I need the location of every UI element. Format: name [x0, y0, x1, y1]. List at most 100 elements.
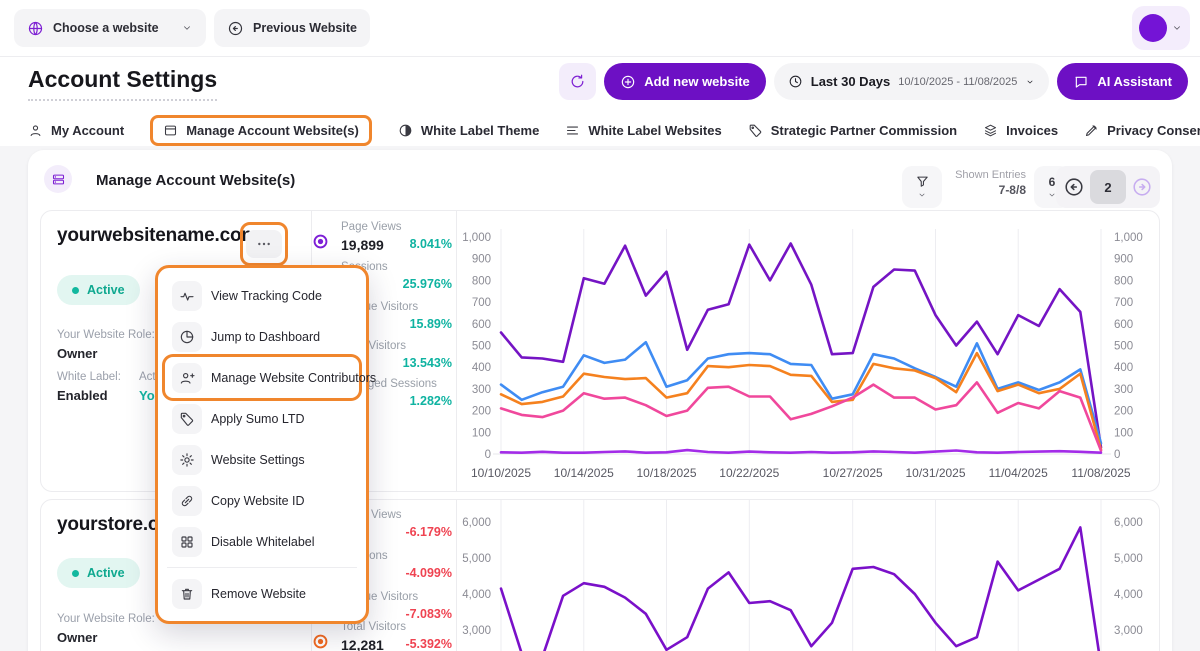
traffic-line-chart: 3,0003,0004,0004,0005,0005,0006,0006,000: [456, 500, 1161, 651]
date-range-picker[interactable]: Last 30 Days 10/10/2025 - 11/08/2025: [774, 63, 1050, 100]
lines-icon: [565, 123, 580, 138]
svg-text:700: 700: [1114, 297, 1133, 309]
tab-strategic-partner-commission[interactable]: Strategic Partner Commission: [748, 123, 957, 138]
choose-website-dropdown[interactable]: Choose a website: [14, 9, 206, 47]
svg-text:5,000: 5,000: [1114, 553, 1143, 565]
menu-item-disable-whitelabel[interactable]: Disable Whitelabel: [165, 521, 359, 562]
add-new-website-button[interactable]: Add new website: [604, 63, 765, 100]
pagination-current-page[interactable]: 2: [1090, 170, 1126, 204]
tab-white-label-websites[interactable]: White Label Websites: [565, 123, 721, 138]
tab-invoices[interactable]: Invoices: [983, 123, 1058, 138]
svg-text:400: 400: [472, 362, 491, 374]
svg-text:500: 500: [472, 341, 491, 353]
page-size-value: 6: [1049, 175, 1056, 189]
avatar: [1139, 14, 1167, 42]
tab-manage-account-website-s[interactable]: Manage Account Website(s): [150, 115, 372, 146]
svg-text:900: 900: [1114, 254, 1133, 266]
status-badge: Active: [57, 275, 140, 305]
tab-label: White Label Websites: [588, 123, 721, 138]
stat-percent: 8.041%: [410, 237, 452, 251]
shown-entries-value: 7-8/8: [944, 183, 1026, 197]
radio-selected-icon[interactable]: [312, 233, 329, 250]
menu-item-view-tracking-code[interactable]: View Tracking Code: [165, 275, 359, 316]
context-menu: View Tracking Code Jump to DashboardManag…: [155, 265, 369, 624]
date-range-value: 10/10/2025 - 11/08/2025: [898, 76, 1017, 88]
svg-text:10/27/2025: 10/27/2025: [823, 466, 883, 480]
status-label: Active: [87, 283, 125, 297]
menu-item-label: Manage Website Contributors: [211, 371, 376, 385]
chat-bubble-icon: [1073, 74, 1089, 90]
menu-item-apply-sumo-ltd[interactable]: Apply Sumo LTD: [165, 398, 359, 439]
funnel-icon: [915, 174, 930, 189]
svg-text:600: 600: [1114, 319, 1133, 331]
role-value: Owner: [57, 346, 97, 361]
menu-item-jump-to-dashboard[interactable]: Jump to Dashboard: [165, 316, 359, 357]
link-icon: [172, 486, 202, 516]
radio-selected-icon[interactable]: [312, 633, 329, 650]
grid-icon: [172, 527, 202, 557]
svg-text:10/14/2025: 10/14/2025: [554, 466, 614, 480]
svg-text:1,000: 1,000: [1114, 232, 1143, 244]
page-title: Account Settings: [28, 66, 217, 101]
website-name: yourwebsitename.com: [57, 225, 258, 247]
user-avatar-menu[interactable]: [1132, 6, 1190, 50]
header-actions: Add new website Last 30 Days 10/10/2025 …: [559, 63, 1188, 100]
annotation-box-dots: [240, 222, 288, 266]
svg-text:10/31/2025: 10/31/2025: [905, 466, 965, 480]
svg-text:300: 300: [1114, 384, 1133, 396]
menu-item-remove-website[interactable]: Remove Website: [165, 573, 359, 614]
ellipsis-icon: [256, 236, 272, 252]
menu-item-copy-website-id[interactable]: Copy Website ID: [165, 480, 359, 521]
white-label-label: White Label:: [57, 371, 121, 383]
menu-item-website-settings[interactable]: Website Settings: [165, 439, 359, 480]
tab-white-label-theme[interactable]: White Label Theme: [398, 123, 539, 138]
svg-text:800: 800: [1114, 275, 1133, 287]
pagination-next-button[interactable]: [1128, 173, 1156, 201]
date-range-label: Last 30 Days: [811, 74, 891, 89]
pagination: 2: [1056, 166, 1160, 208]
status-badge: Active: [57, 558, 140, 588]
stat-percent: 13.543%: [403, 356, 452, 370]
tab-bar: My Account Manage Account Website(s) White…: [28, 110, 1200, 150]
stat-percent: -5.392%: [405, 637, 452, 651]
menu-item-manage-website-contributors[interactable]: Manage Website Contributors: [165, 357, 359, 398]
previous-website-label: Previous Website: [253, 21, 357, 35]
svg-text:400: 400: [1114, 362, 1133, 374]
tab-my-account[interactable]: My Account: [28, 123, 124, 138]
shown-entries: Shown Entries 7-8/8: [944, 169, 1026, 197]
pagination-prev-button[interactable]: [1060, 173, 1088, 201]
add-new-website-label: Add new website: [644, 74, 749, 89]
stat-percent: -4.099%: [405, 566, 452, 580]
previous-website-button[interactable]: Previous Website: [214, 9, 370, 47]
tab-label: Manage Account Website(s): [186, 123, 359, 138]
stat-value: 12,281: [341, 637, 384, 651]
page-header: Account Settings Add new website Last 30…: [0, 56, 1200, 146]
refresh-button[interactable]: [559, 63, 596, 100]
svg-text:800: 800: [472, 275, 491, 287]
role-label: Your Website Role:: [57, 329, 155, 341]
menu-item-label: Disable Whitelabel: [211, 535, 315, 549]
menu-item-label: View Tracking Code: [211, 289, 322, 303]
svg-text:600: 600: [472, 319, 491, 331]
ai-assistant-button[interactable]: AI Assistant: [1057, 63, 1188, 100]
website-actions-button[interactable]: [246, 230, 282, 258]
chevron-down-icon: [1171, 22, 1183, 34]
svg-text:10/22/2025: 10/22/2025: [719, 466, 779, 480]
stat-row-page-views: Page Views19,8998.041%: [311, 221, 456, 257]
svg-text:4,000: 4,000: [1114, 589, 1143, 601]
status-label: Active: [87, 566, 125, 580]
pie-icon: [172, 322, 202, 352]
choose-website-label: Choose a website: [53, 21, 159, 35]
ai-assistant-label: AI Assistant: [1097, 74, 1172, 89]
svg-text:4,000: 4,000: [462, 589, 491, 601]
tab-privacy-consents[interactable]: Privacy Consents: [1084, 123, 1200, 138]
svg-text:6,000: 6,000: [1114, 517, 1143, 529]
filter-button[interactable]: [902, 166, 942, 208]
trash-icon: [172, 579, 202, 609]
stat-row-total-visitors: Total Visitors12,281-5.392%: [311, 621, 456, 651]
svg-text:300: 300: [472, 384, 491, 396]
svg-text:0: 0: [1114, 449, 1120, 461]
traffic-line-chart: 0010010020020030030040040050050060060070…: [456, 211, 1161, 493]
chevron-down-icon: [1025, 77, 1035, 87]
person-plus-icon: [172, 363, 202, 393]
